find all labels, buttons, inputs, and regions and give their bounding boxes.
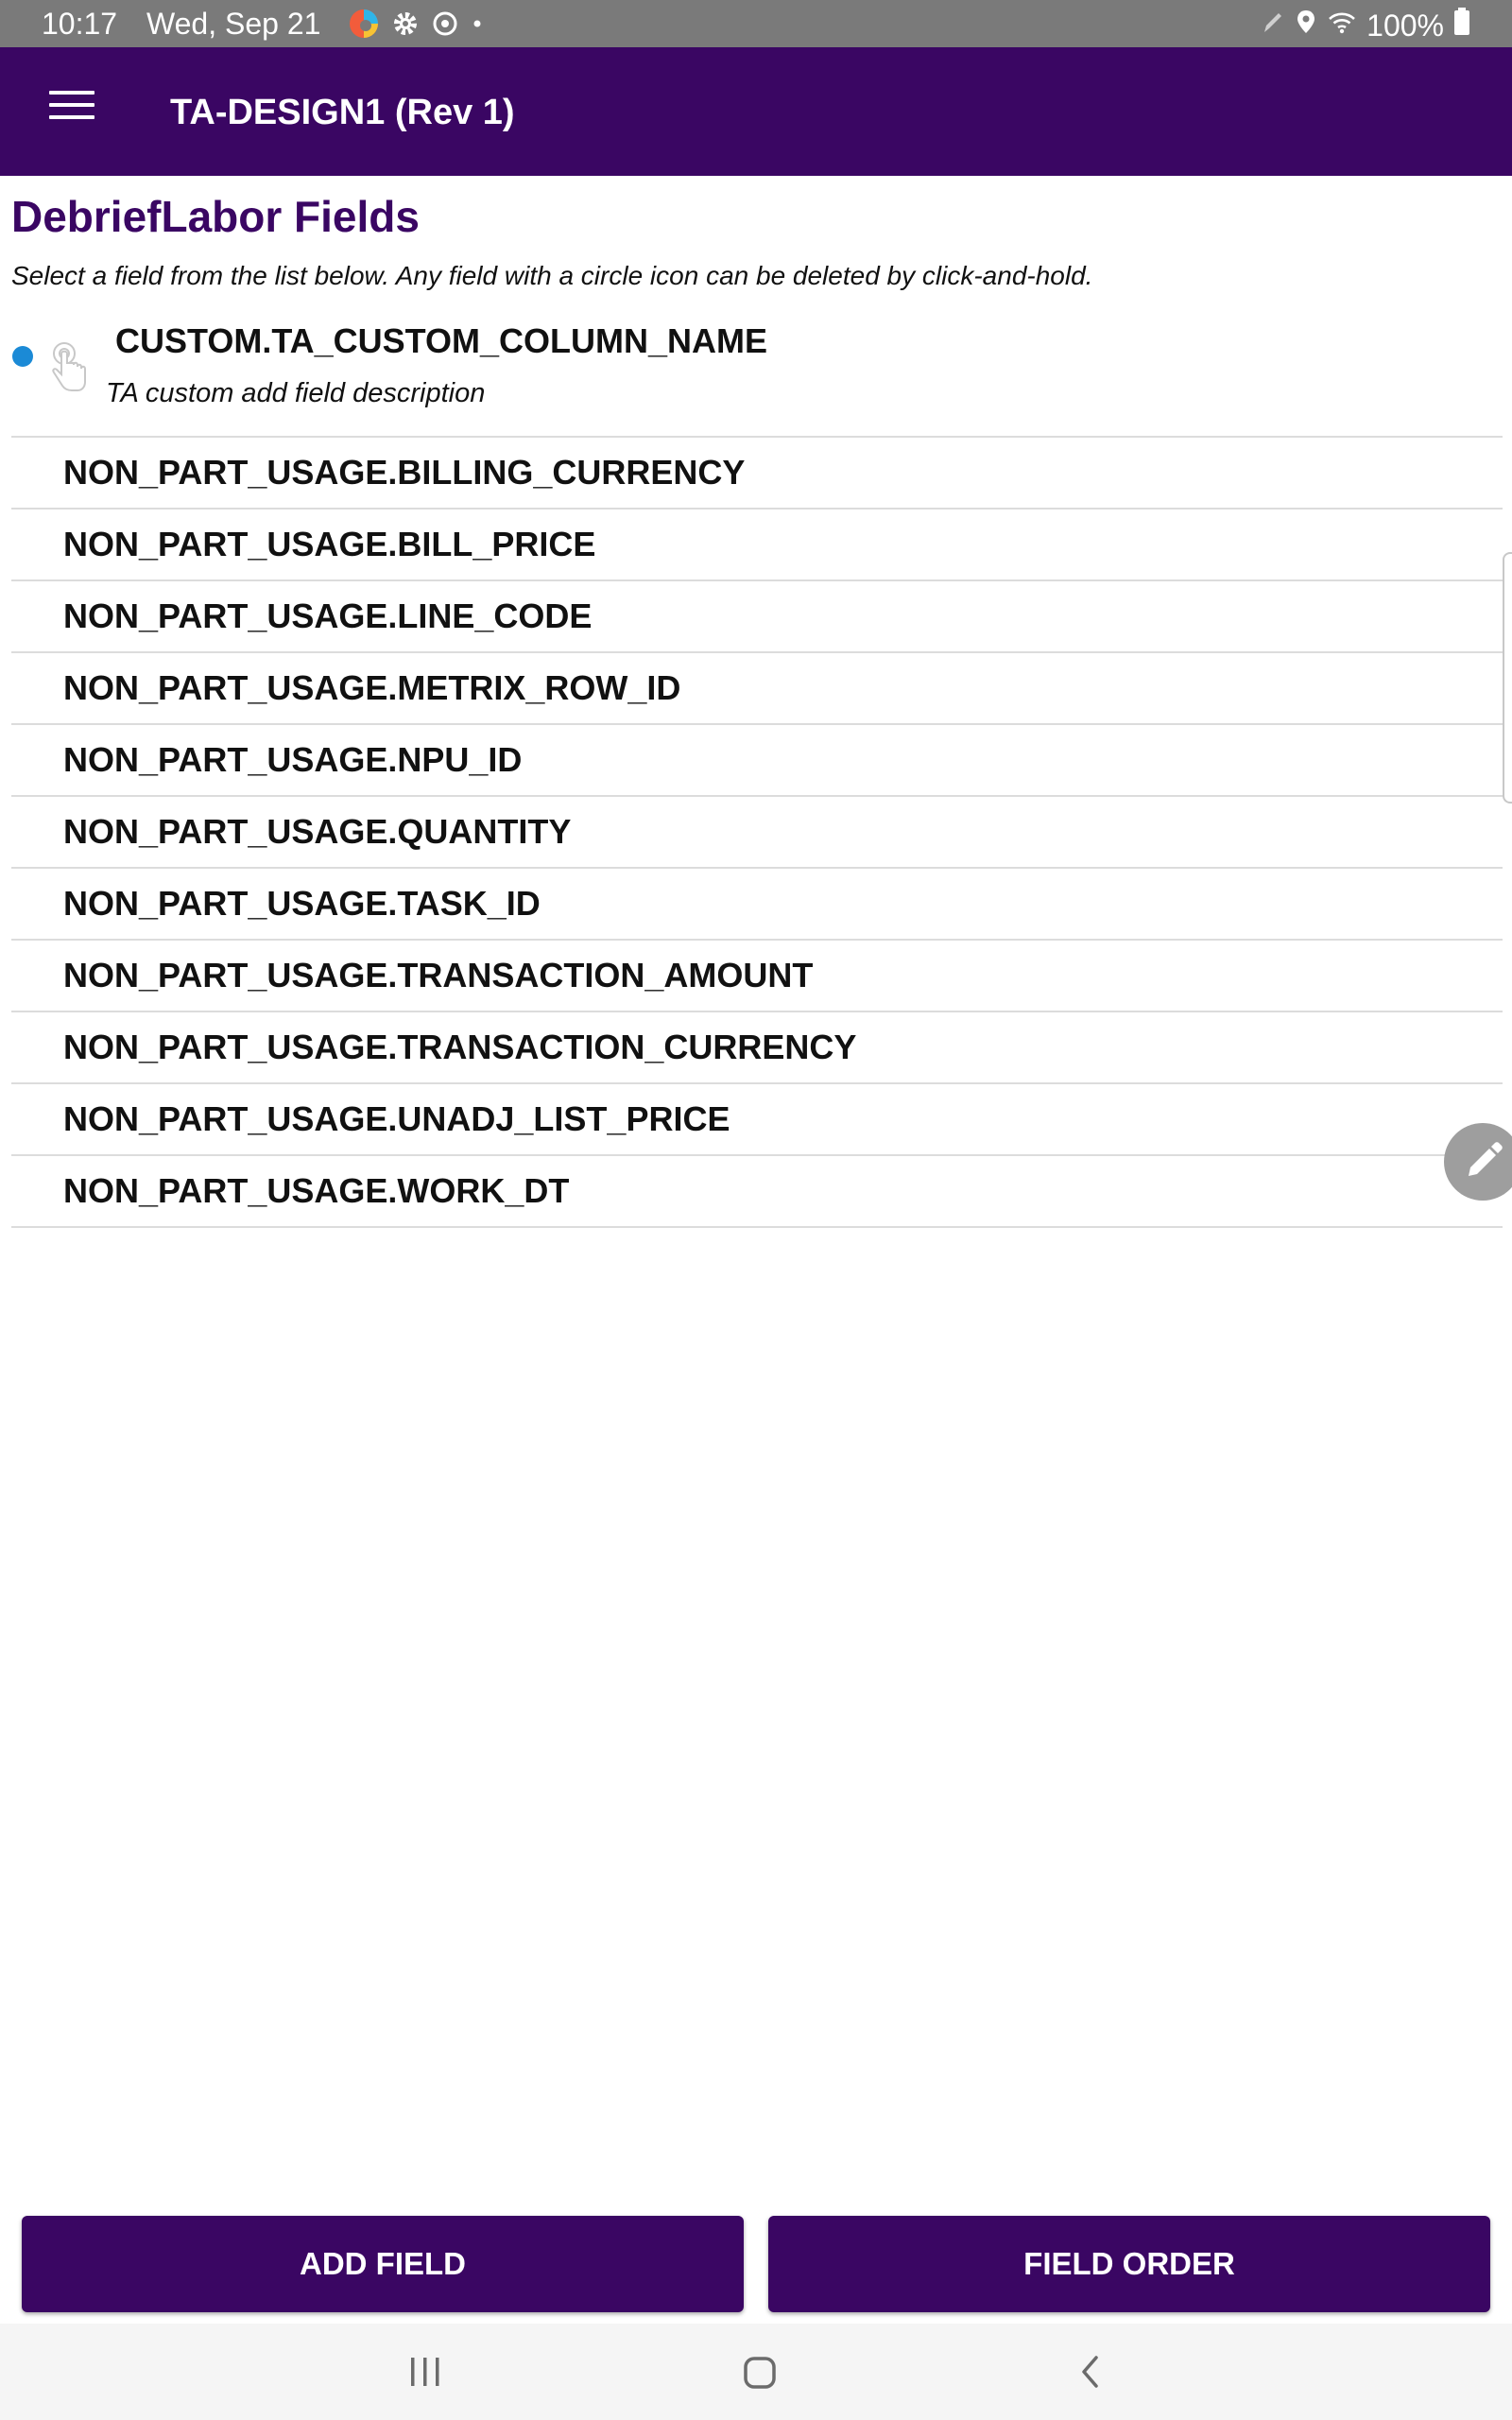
status-icons-right: 100% (1261, 7, 1470, 44)
field-label: NON_PART_USAGE.WORK_DT (63, 1171, 570, 1210)
list-item[interactable]: NON_PART_USAGE.TRANSACTION_CURRENCY (11, 1011, 1503, 1082)
home-icon[interactable] (743, 2356, 777, 2394)
add-field-button[interactable]: ADD FIELD (22, 2216, 744, 2312)
pencil-icon (1444, 1142, 1512, 1204)
list-item[interactable]: NON_PART_USAGE.METRIX_ROW_ID (11, 651, 1503, 723)
status-date: Wed, Sep 21 (146, 7, 321, 41)
wifi-icon (1327, 8, 1357, 43)
status-time: 10:17 (42, 7, 118, 41)
field-label: NON_PART_USAGE.LINE_CODE (63, 596, 593, 635)
status-bar: 10:17 Wed, Sep 21 100% (0, 0, 1512, 47)
page-title: DebriefLabor Fields (11, 192, 420, 241)
list-item[interactable]: NON_PART_USAGE.TASK_ID (11, 867, 1503, 939)
recent-apps-icon[interactable] (408, 2356, 442, 2393)
field-label: NON_PART_USAGE.BILLING_CURRENCY (63, 453, 746, 492)
custom-field-name: CUSTOM.TA_CUSTOM_COLUMN_NAME (115, 321, 768, 360)
field-label: NON_PART_USAGE.TRANSACTION_AMOUNT (63, 956, 814, 994)
list-item[interactable]: NON_PART_USAGE.BILL_PRICE (11, 508, 1503, 579)
list-item[interactable]: NON_PART_USAGE.UNADJ_LIST_PRICE (11, 1082, 1503, 1154)
list-item[interactable]: NON_PART_USAGE.WORK_DT (11, 1154, 1503, 1228)
field-order-button[interactable]: FIELD ORDER (768, 2216, 1490, 2312)
status-icons-left (348, 8, 484, 47)
settings-gear-icon (391, 9, 420, 45)
field-label: NON_PART_USAGE.UNADJ_LIST_PRICE (63, 1099, 730, 1138)
field-label: NON_PART_USAGE.METRIX_ROW_ID (63, 668, 681, 707)
hamburger-menu-icon[interactable] (49, 91, 94, 132)
app-bar: TA-DESIGN1 (Rev 1) (0, 47, 1512, 176)
list-item[interactable]: NON_PART_USAGE.QUANTITY (11, 795, 1503, 867)
field-label: NON_PART_USAGE.TASK_ID (63, 884, 541, 923)
dot-icon (471, 9, 484, 45)
field-label: NON_PART_USAGE.NPU_ID (63, 740, 523, 779)
list-item[interactable]: NON_PART_USAGE.LINE_CODE (11, 579, 1503, 651)
field-label: NON_PART_USAGE.BILL_PRICE (63, 525, 596, 563)
battery-percentage: 100% (1366, 8, 1444, 43)
edge-browser-icon (348, 8, 380, 47)
field-label: NON_PART_USAGE.QUANTITY (63, 812, 572, 851)
list-item[interactable]: NON_PART_USAGE.BILLING_CURRENCY (11, 436, 1503, 508)
touch-hold-icon (49, 340, 89, 393)
custom-field-circle-icon (12, 346, 33, 367)
list-item[interactable]: NON_PART_USAGE.TRANSACTION_AMOUNT (11, 939, 1503, 1011)
pen-icon (1261, 8, 1285, 43)
edit-floating-button[interactable] (1444, 1123, 1512, 1201)
app-title: TA-DESIGN1 (Rev 1) (170, 93, 515, 132)
list-item[interactable]: NON_PART_USAGE.NPU_ID (11, 723, 1503, 795)
scrollbar-handle[interactable] (1503, 552, 1512, 804)
field-list: NON_PART_USAGE.BILLING_CURRENCY NON_PART… (11, 436, 1503, 1228)
custom-field-item[interactable]: CUSTOM.TA_CUSTOM_COLUMN_NAME TA custom a… (0, 312, 1503, 437)
custom-field-description: TA custom add field description (106, 378, 486, 408)
location-icon (1295, 8, 1317, 43)
instructions-text: Select a field from the list below. Any … (11, 261, 1093, 290)
navigation-bar (0, 2324, 1512, 2420)
back-icon[interactable] (1077, 2354, 1104, 2394)
sync-icon (431, 9, 459, 45)
field-label: NON_PART_USAGE.TRANSACTION_CURRENCY (63, 1028, 857, 1066)
battery-icon (1453, 7, 1470, 44)
